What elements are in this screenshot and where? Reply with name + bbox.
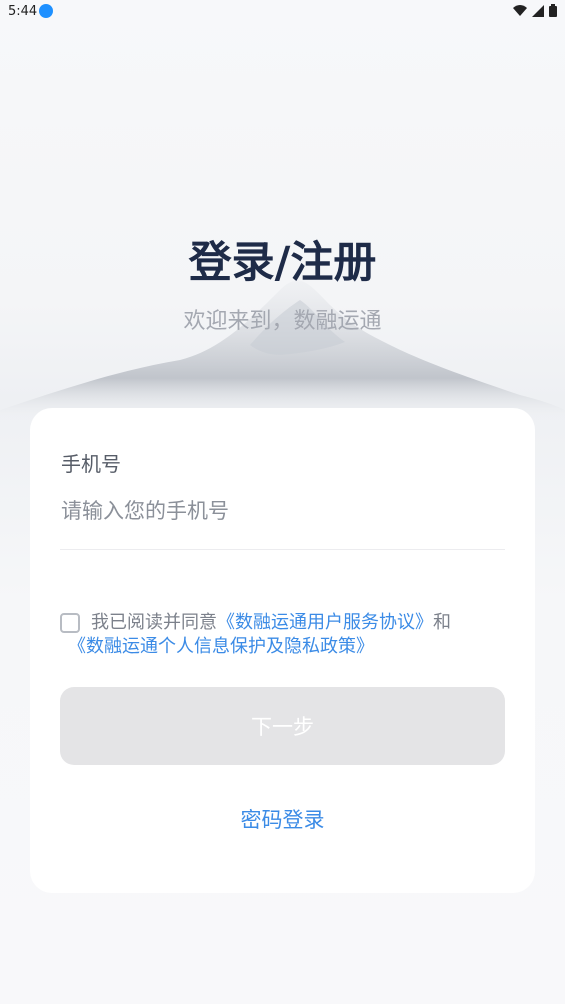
status-time: 5:44 bbox=[8, 4, 38, 19]
next-button[interactable]: 下一步 bbox=[60, 687, 505, 765]
agreement-prefix: 我已阅读并同意 bbox=[91, 612, 217, 633]
page-title: 登录/注册 bbox=[188, 238, 377, 288]
agreement-checkbox[interactable] bbox=[60, 613, 80, 633]
privacy-policy-link[interactable]: 《数融运通个人信息保护及隐私政策》 bbox=[68, 635, 488, 659]
status-bar: 5:44 bbox=[0, 0, 565, 24]
phone-input[interactable] bbox=[61, 494, 504, 528]
download-icon bbox=[39, 4, 53, 18]
battery-icon bbox=[549, 4, 557, 17]
login-card: 手机号 我已阅读并同意《数融运通用户服务协议》和 《数融运通个人信息保护及隐私政… bbox=[30, 408, 535, 893]
user-service-agreement-link[interactable]: 《数融运通用户服务协议》 bbox=[217, 612, 433, 633]
phone-label: 手机号 bbox=[61, 452, 121, 476]
agreement-conjunction: 和 bbox=[433, 612, 451, 633]
wifi-icon bbox=[513, 4, 527, 16]
page-subtitle: 欢迎来到，数融运通 bbox=[183, 309, 382, 334]
status-icons bbox=[513, 4, 557, 17]
signal-icon bbox=[532, 4, 544, 17]
agreement-text: 我已阅读并同意《数融运通用户服务协议》和 bbox=[91, 611, 511, 635]
input-divider bbox=[60, 549, 505, 550]
password-login-link[interactable]: 密码登录 bbox=[30, 804, 535, 834]
